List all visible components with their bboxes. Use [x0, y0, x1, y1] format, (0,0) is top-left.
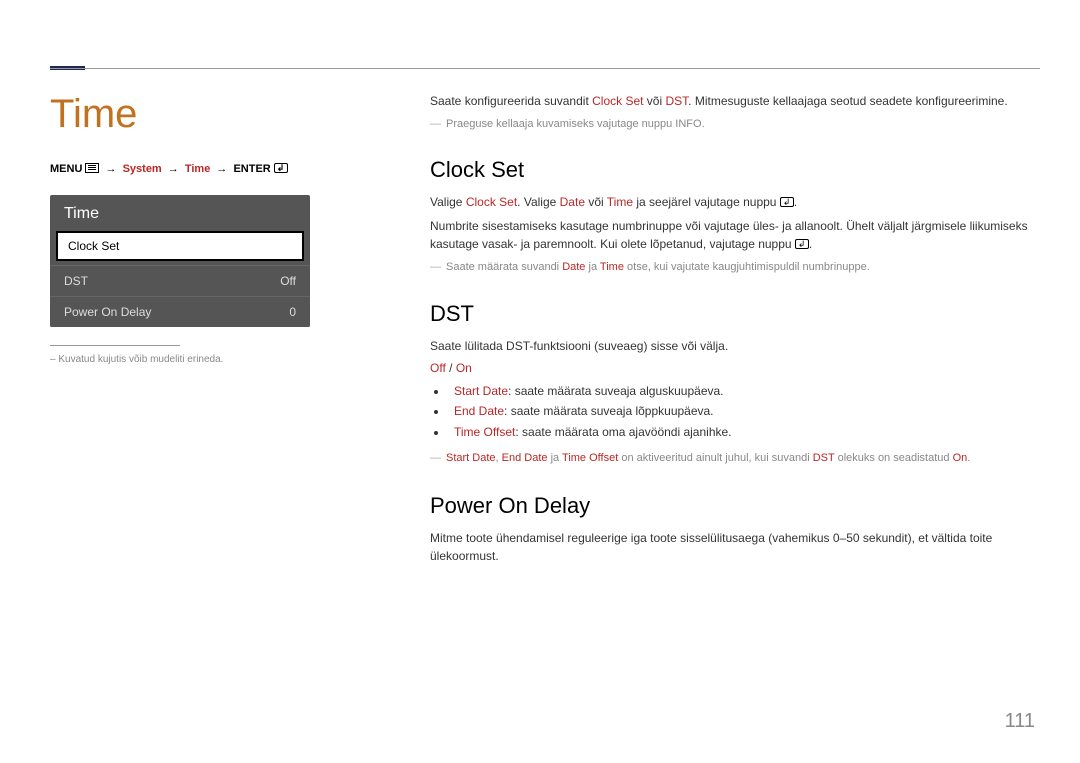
enter-icon — [780, 197, 794, 207]
osd-item-label: DST — [64, 274, 88, 288]
breadcrumb: MENU → System → Time → ENTER — [50, 163, 370, 175]
dst-bullet-start: Start Date: saate määrata suveaja algusk… — [448, 381, 1040, 401]
enter-icon — [795, 239, 809, 249]
clock-set-p1: Valige Clock Set. Valige Date või Time j… — [430, 193, 1040, 211]
dst-bullet-end: End Date: saate määrata suveaja lõppkuup… — [448, 401, 1040, 421]
osd-item-power-on-delay: Power On Delay 0 — [50, 296, 310, 327]
heading-power-on-delay: Power On Delay — [430, 493, 1040, 519]
breadcrumb-time: Time — [185, 163, 210, 175]
dst-p1: Saate lülitada DST-funktsiooni (suveaeg)… — [430, 337, 1040, 355]
clock-set-p2: Numbrite sisestamiseks kasutage numbrinu… — [430, 217, 1040, 253]
osd-item-value: Off — [280, 274, 296, 288]
osd-title: Time — [50, 195, 310, 231]
osd-item-clock-set: Clock Set — [56, 231, 304, 261]
heading-dst: DST — [430, 301, 1040, 327]
dst-bullets: Start Date: saate määrata suveaja algusk… — [448, 381, 1040, 442]
dst-bullet-offset: Time Offset: saate määrata oma ajavööndi… — [448, 422, 1040, 442]
header-rule — [50, 68, 1040, 69]
menu-icon — [85, 163, 99, 173]
intro-paragraph: Saate konfigureerida suvandit Clock Set … — [430, 92, 1040, 110]
osd-item-value: 0 — [289, 305, 296, 319]
page-title: Time — [50, 92, 370, 137]
breadcrumb-menu-label: MENU — [50, 163, 82, 175]
osd-screenshot: Time Clock Set DST Off Power On Delay 0 — [50, 195, 310, 327]
footnote-rule — [50, 345, 180, 346]
osd-item-label: Power On Delay — [64, 305, 151, 319]
dst-note: Start Date, End Date ja Time Offset on a… — [430, 450, 1040, 467]
osd-item-label: Clock Set — [68, 239, 119, 253]
breadcrumb-enter-label: ENTER — [233, 163, 270, 175]
breadcrumb-system: System — [123, 163, 162, 175]
intro-note: Praeguse kellaaja kuvamiseks vajutage nu… — [430, 116, 1040, 133]
dst-off-on: Off / On — [430, 361, 1040, 375]
screenshot-footnote: Kuvatud kujutis võib mudeliti erineda. — [50, 354, 370, 365]
page-number: 111 — [1005, 710, 1035, 733]
enter-icon — [274, 163, 288, 173]
heading-clock-set: Clock Set — [430, 157, 1040, 183]
osd-item-dst: DST Off — [50, 265, 310, 296]
clock-set-note: Saate määrata suvandi Date ja Time otse,… — [430, 259, 1040, 276]
pod-p1: Mitme toote ühendamisel reguleerige iga … — [430, 529, 1040, 565]
